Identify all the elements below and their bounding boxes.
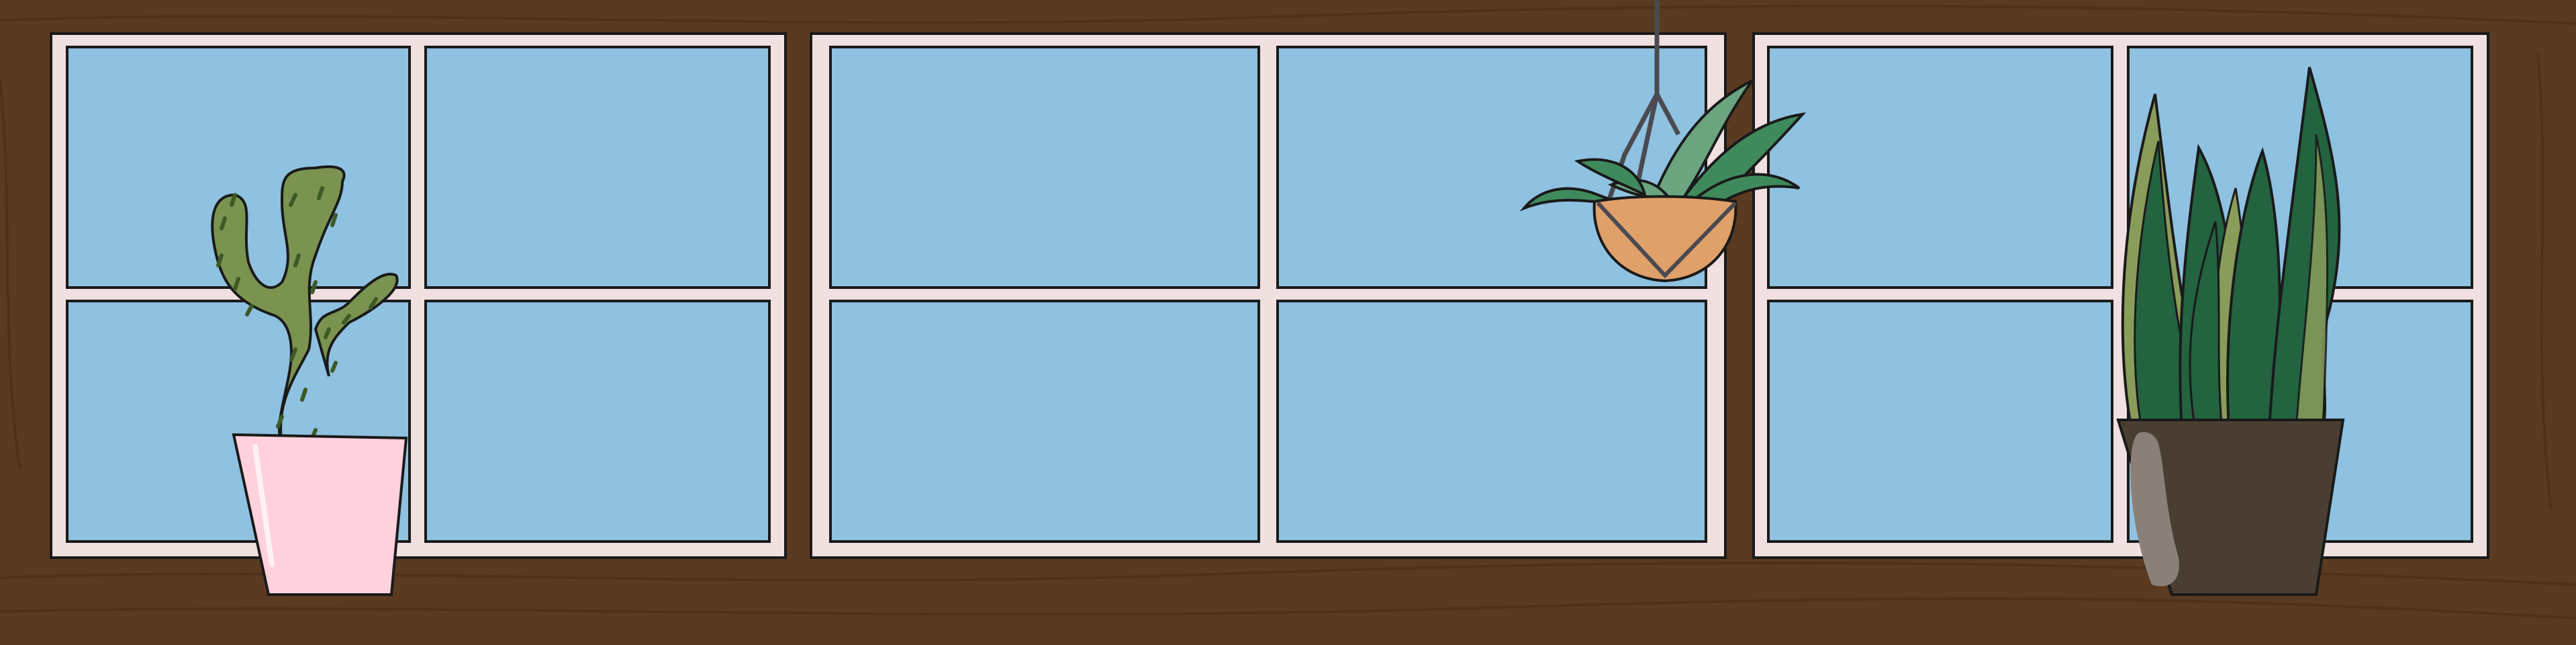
- window-middle: [810, 32, 1727, 559]
- window-right: [1752, 32, 2489, 559]
- window-left: [50, 32, 787, 559]
- window-plants-illustration: [0, 0, 2576, 645]
